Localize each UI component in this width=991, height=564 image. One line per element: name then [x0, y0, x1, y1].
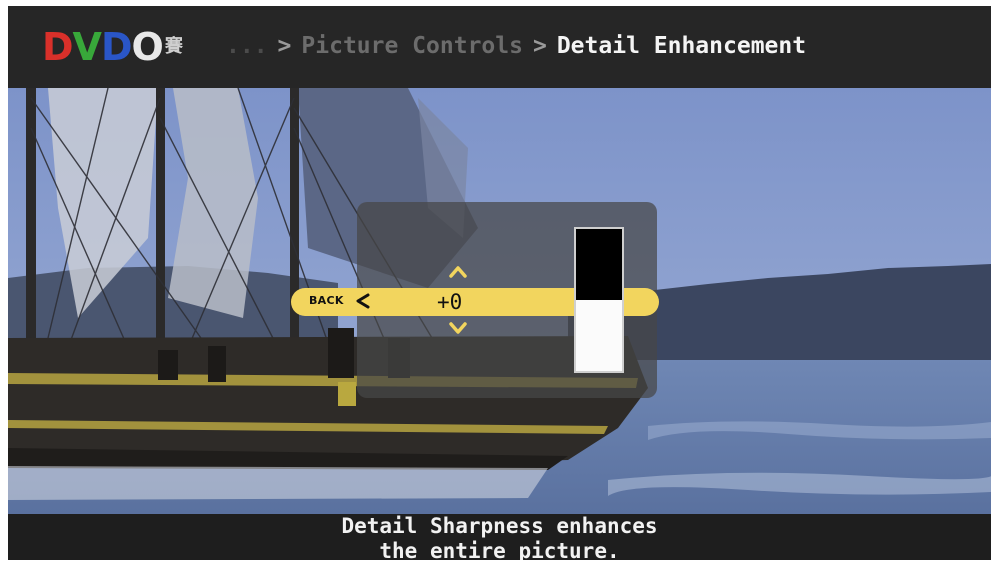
breadcrumb-ellipsis: ...	[226, 33, 268, 59]
breadcrumb-current: Detail Enhancement	[556, 33, 807, 59]
level-gauge-fill	[576, 300, 622, 371]
logo-letter-d: D	[42, 25, 74, 69]
breadcrumb: ... > Picture Controls > Detail Enhancem…	[226, 28, 806, 64]
chevron-down-icon[interactable]	[448, 320, 468, 336]
logo-mark: 賽	[164, 36, 183, 57]
logo-letter-d2: D	[100, 25, 133, 69]
breadcrumb-picture-controls[interactable]: Picture Controls	[301, 33, 523, 59]
logo-letter-o: O	[131, 25, 164, 69]
breadcrumb-separator: >	[532, 33, 547, 59]
caption-line-1: Detail Sharpness enhances	[341, 514, 658, 538]
detail-enhancement-value: +0	[437, 290, 463, 314]
header-bar: D V D O 賽 ... > Picture Controls > Detai…	[8, 6, 991, 88]
dvdo-logo: D V D O 賽	[42, 24, 183, 70]
logo-letter-v: V	[72, 25, 102, 69]
level-gauge-empty	[576, 229, 622, 300]
video-screen: D V D O 賽 ... > Picture Controls > Detai…	[8, 6, 991, 560]
help-caption: Detail Sharpness enhances the entire pic…	[8, 514, 991, 560]
level-gauge	[574, 227, 624, 373]
chevron-up-icon[interactable]	[448, 264, 468, 280]
caption-line-2: the entire picture.	[379, 539, 620, 560]
chevron-left-icon[interactable]	[355, 290, 371, 316]
back-label[interactable]: BACK	[309, 294, 344, 307]
breadcrumb-separator: >	[277, 33, 292, 59]
